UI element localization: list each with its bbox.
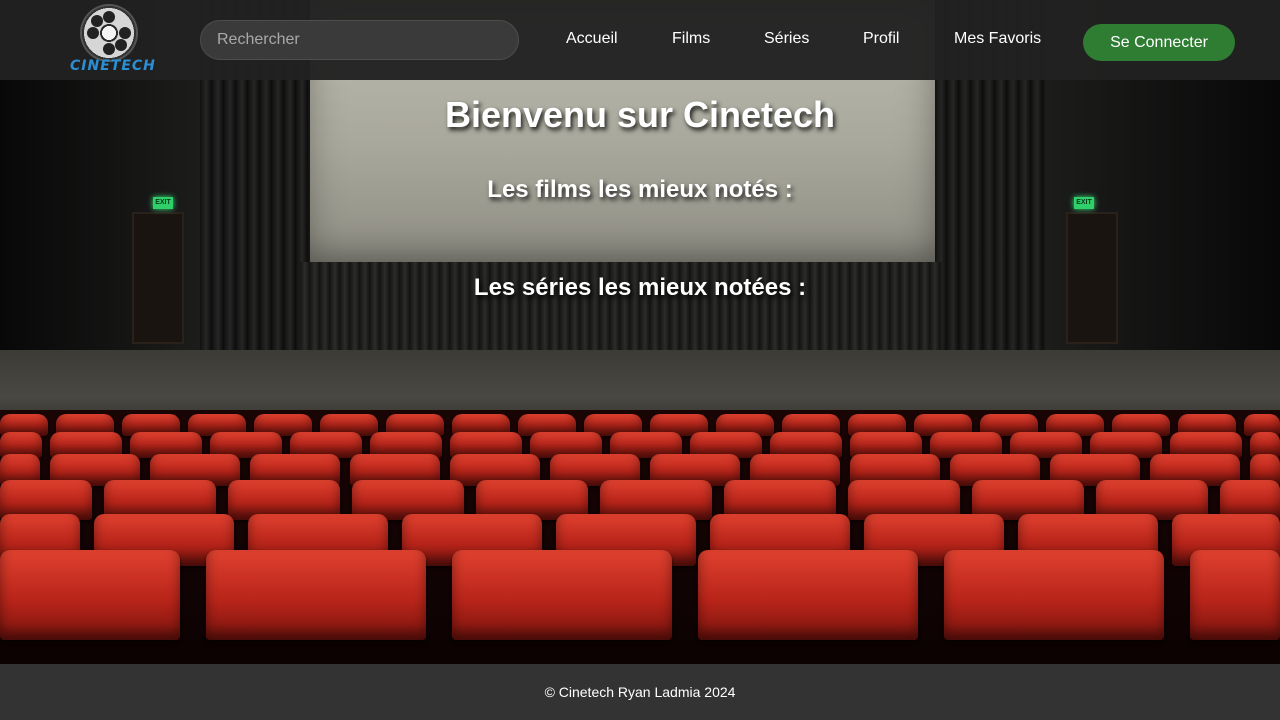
nav-link-profil[interactable]: Profil [863, 30, 899, 48]
search-input[interactable] [200, 20, 519, 60]
cinema-seat [0, 550, 180, 640]
nav-link-films[interactable]: Films [672, 30, 710, 48]
top-series-heading: Les séries les mieux notées : [473, 274, 807, 301]
logo-text: CINETECH [70, 58, 156, 74]
cinema-seat [452, 550, 672, 640]
top-navigation-bar: CINETECH Accueil Films Séries Profil Mes… [0, 0, 1280, 80]
footer-copyright: © Cinetech Ryan Ladmia 2024 [544, 684, 736, 700]
site-logo[interactable]: CINETECH [70, 4, 156, 76]
page-title: Bienvenu sur Cinetech [444, 94, 836, 135]
cinema-seat [206, 550, 426, 640]
top-films-heading: Les films les mieux notés : [487, 176, 793, 203]
film-reel-icon [82, 6, 136, 60]
nav-link-series[interactable]: Séries [764, 30, 809, 48]
footer: © Cinetech Ryan Ladmia 2024 [0, 664, 1280, 720]
cinema-seat [698, 550, 918, 640]
nav-link-accueil[interactable]: Accueil [566, 30, 618, 48]
cinema-seat [1190, 550, 1280, 640]
nav-link-mes-favoris[interactable]: Mes Favoris [954, 30, 1041, 48]
seating-area [0, 410, 1280, 664]
login-button[interactable]: Se Connecter [1083, 24, 1235, 61]
cinema-seat [944, 550, 1164, 640]
